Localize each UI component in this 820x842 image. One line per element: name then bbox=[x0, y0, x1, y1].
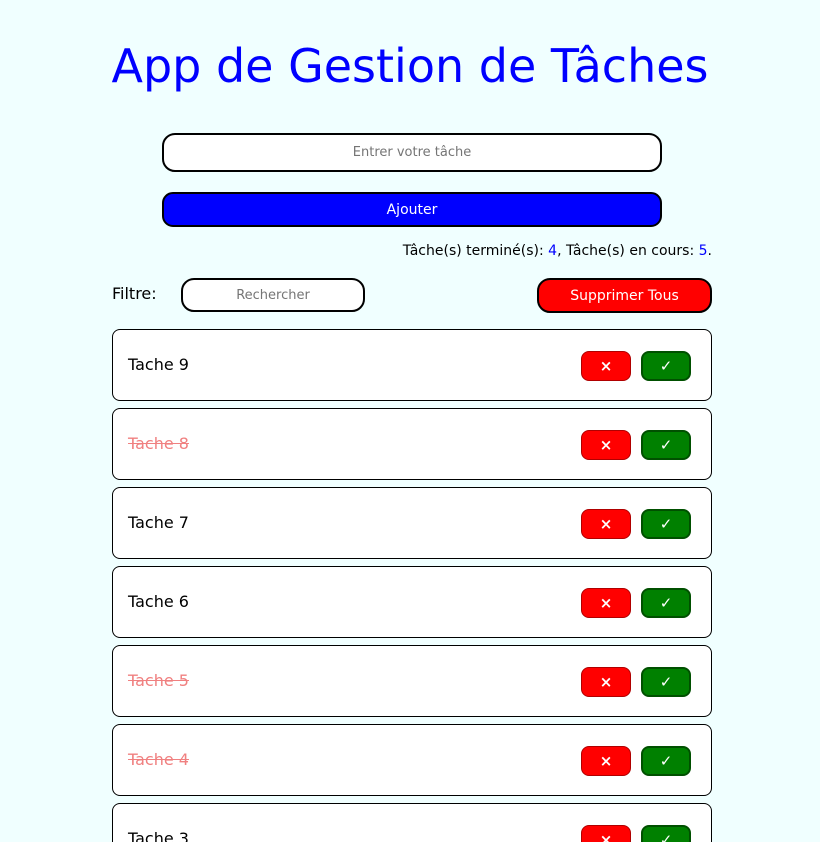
complete-task-button[interactable]: ✓ bbox=[641, 351, 691, 381]
complete-task-button[interactable]: ✓ bbox=[641, 667, 691, 697]
task-label[interactable]: Tache 6 bbox=[128, 567, 189, 637]
done-count-label: Tâche(s) terminé(s): bbox=[402, 243, 549, 259]
in-progress-count: 5 bbox=[698, 243, 708, 259]
search-input[interactable] bbox=[181, 278, 365, 312]
complete-task-button[interactable]: ✓ bbox=[641, 430, 691, 460]
complete-task-button[interactable]: ✓ bbox=[641, 746, 691, 776]
remove-task-button[interactable]: × bbox=[581, 667, 631, 697]
task-item: Tache 7 × ✓ bbox=[112, 487, 712, 559]
complete-task-button[interactable]: ✓ bbox=[641, 825, 691, 842]
task-input[interactable] bbox=[162, 133, 662, 172]
task-label[interactable]: Tache 4 bbox=[128, 725, 189, 795]
remove-task-button[interactable]: × bbox=[581, 588, 631, 618]
filter-label: Filtre: bbox=[112, 284, 157, 303]
complete-task-button[interactable]: ✓ bbox=[641, 588, 691, 618]
task-item: Tache 8 × ✓ bbox=[112, 408, 712, 480]
stats-separator: , bbox=[557, 243, 566, 259]
remove-task-button[interactable]: × bbox=[581, 825, 631, 842]
remove-task-button[interactable]: × bbox=[581, 430, 631, 460]
complete-task-button[interactable]: ✓ bbox=[641, 509, 691, 539]
add-task-button[interactable]: Ajouter bbox=[162, 192, 662, 227]
task-item: Tache 5 × ✓ bbox=[112, 645, 712, 717]
task-item: Tache 4 × ✓ bbox=[112, 724, 712, 796]
remove-task-button[interactable]: × bbox=[581, 351, 631, 381]
stats-end: . bbox=[707, 243, 712, 259]
in-progress-count-label: Tâche(s) en cours: bbox=[565, 243, 699, 259]
task-label[interactable]: Tache 5 bbox=[128, 646, 189, 716]
task-list: Tache 9 × ✓ Tache 8 × ✓ Tache 7 × ✓ Tach… bbox=[112, 329, 712, 842]
app-page: App de Gestion de Tâches Ajouter Tâche(s… bbox=[0, 0, 820, 842]
remove-task-button[interactable]: × bbox=[581, 509, 631, 539]
delete-all-button[interactable]: Supprimer Tous bbox=[537, 278, 712, 313]
task-label[interactable]: Tache 9 bbox=[128, 330, 189, 400]
task-item: Tache 6 × ✓ bbox=[112, 566, 712, 638]
task-item: Tache 3 × ✓ bbox=[112, 803, 712, 842]
task-item: Tache 9 × ✓ bbox=[112, 329, 712, 401]
task-label[interactable]: Tache 3 bbox=[128, 804, 189, 842]
task-stats: Tâche(s) terminé(s): 4, Tâche(s) en cour… bbox=[403, 243, 712, 259]
remove-task-button[interactable]: × bbox=[581, 746, 631, 776]
done-count: 4 bbox=[548, 243, 558, 259]
task-label[interactable]: Tache 7 bbox=[128, 488, 189, 558]
task-label[interactable]: Tache 8 bbox=[128, 409, 189, 479]
page-title: App de Gestion de Tâches bbox=[111, 39, 709, 93]
